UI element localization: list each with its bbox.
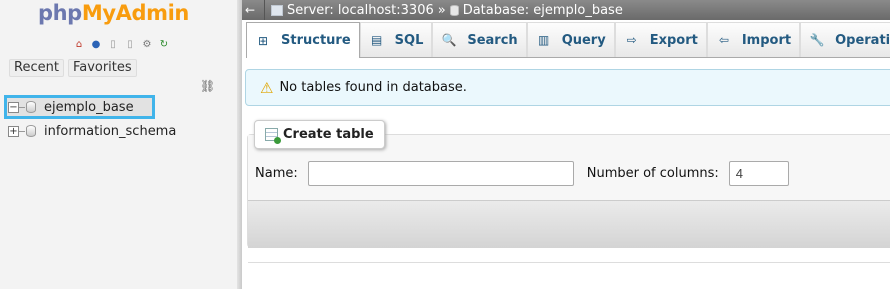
server-icon <box>271 4 283 16</box>
logo-myadmin-text: MyAdmin <box>81 1 190 25</box>
tab-bar: ⊞ Structure ▤ SQL 🔍 Search ▥ Query ⇨ Export ⇦ Impor… <box>246 22 890 58</box>
create-table-form-row: Name: Number of columns: <box>255 161 789 186</box>
notice-message: ⚠ No tables found in database. <box>245 69 890 106</box>
warning-icon: ⚠ <box>260 78 274 97</box>
breadcrumb-divider <box>264 0 265 20</box>
tab-export[interactable]: ⇨ Export <box>614 22 707 57</box>
name-label: Name: <box>255 166 298 181</box>
db-name[interactable]: ejemplo_base <box>44 100 134 115</box>
table-name-input[interactable] <box>307 161 574 186</box>
docs-icon[interactable]: ▯ <box>106 37 120 51</box>
db-name[interactable]: information_schema <box>44 124 176 139</box>
tab-import[interactable]: ⇦ Import <box>706 22 801 57</box>
divider <box>248 262 890 263</box>
tab-label: Import <box>741 32 792 48</box>
query-icon: ▥ <box>538 33 550 47</box>
db-item-ejemplo-base[interactable]: − ejemplo_base <box>4 95 155 119</box>
tab-label: Query <box>561 32 606 48</box>
tab-structure[interactable]: ⊞ Structure <box>246 22 360 58</box>
settings-icon[interactable]: ⚙ <box>140 37 154 51</box>
back-arrow-icon[interactable]: ← <box>242 3 258 17</box>
nav-resizer-handle[interactable] <box>237 0 242 289</box>
database-icon <box>26 125 36 137</box>
collapse-icon[interactable]: − <box>8 101 19 113</box>
tree-connector <box>19 106 25 108</box>
db-item-information-schema[interactable]: + information_schema <box>4 119 176 143</box>
recent-button[interactable]: Recent <box>9 59 64 77</box>
tab-query[interactable]: ▥ Query <box>526 22 615 57</box>
tab-label: Structure <box>281 33 351 48</box>
breadcrumb: ← Server: localhost:3306 » Database: eje… <box>242 0 890 20</box>
search-icon: 🔍 <box>441 33 457 47</box>
sql-icon: ▤ <box>370 33 383 47</box>
info-icon[interactable]: ● <box>89 37 103 51</box>
tab-label: Search <box>467 32 518 48</box>
fieldset-footer <box>248 200 890 248</box>
breadcrumb-server[interactable]: Server: localhost:3306 <box>271 3 434 18</box>
favorites-button[interactable]: Favorites <box>67 59 137 77</box>
notice-text: No tables found in database. <box>279 80 467 95</box>
tab-label: Export <box>649 32 698 48</box>
columns-label: Number of columns: <box>586 166 719 181</box>
breadcrumb-server-label: Server: localhost:3306 <box>287 2 434 18</box>
tree-connector <box>19 130 25 132</box>
tab-label: Operations <box>835 32 890 48</box>
database-icon <box>449 4 459 16</box>
docs-alt-icon[interactable]: ▯ <box>123 37 137 51</box>
tab-label: SQL <box>394 32 424 48</box>
breadcrumb-database[interactable]: Database: ejemplo_base <box>449 2 623 18</box>
logo-php-text: php <box>38 1 82 25</box>
breadcrumb-separator: » <box>437 2 446 18</box>
tab-operations[interactable]: 🔧 Operations <box>800 22 890 57</box>
expand-icon[interactable]: + <box>8 125 19 137</box>
breadcrumb-database-label: Database: ejemplo_base <box>462 2 623 18</box>
wrench-icon: 🔧 <box>809 33 825 47</box>
phpmyadmin-logo[interactable]: phpMyAdmin <box>38 1 189 25</box>
nav-icon-bar: ⌂ ● ▯ ▯ ⚙ ↻ <box>72 37 171 51</box>
structure-icon: ⊞ <box>257 33 269 48</box>
create-table-icon <box>265 128 281 144</box>
database-icon <box>26 101 36 113</box>
export-icon: ⇨ <box>626 33 637 47</box>
tab-sql[interactable]: ▤ SQL <box>359 22 433 57</box>
link-icon[interactable]: ⛓ <box>200 79 215 93</box>
home-icon[interactable]: ⌂ <box>72 37 86 51</box>
recent-favorites-bar: Recent Favorites <box>9 59 137 77</box>
create-table-label: Create table <box>283 127 374 142</box>
navigation-panel: phpMyAdmin ⌂ ● ▯ ▯ ⚙ ↻ Recent Favorites … <box>0 0 240 289</box>
import-icon: ⇦ <box>718 33 729 47</box>
number-of-columns-input[interactable] <box>728 161 789 186</box>
tab-search[interactable]: 🔍 Search <box>432 22 527 57</box>
create-table-legend[interactable]: Create table <box>254 120 385 149</box>
reload-icon[interactable]: ↻ <box>157 37 171 51</box>
